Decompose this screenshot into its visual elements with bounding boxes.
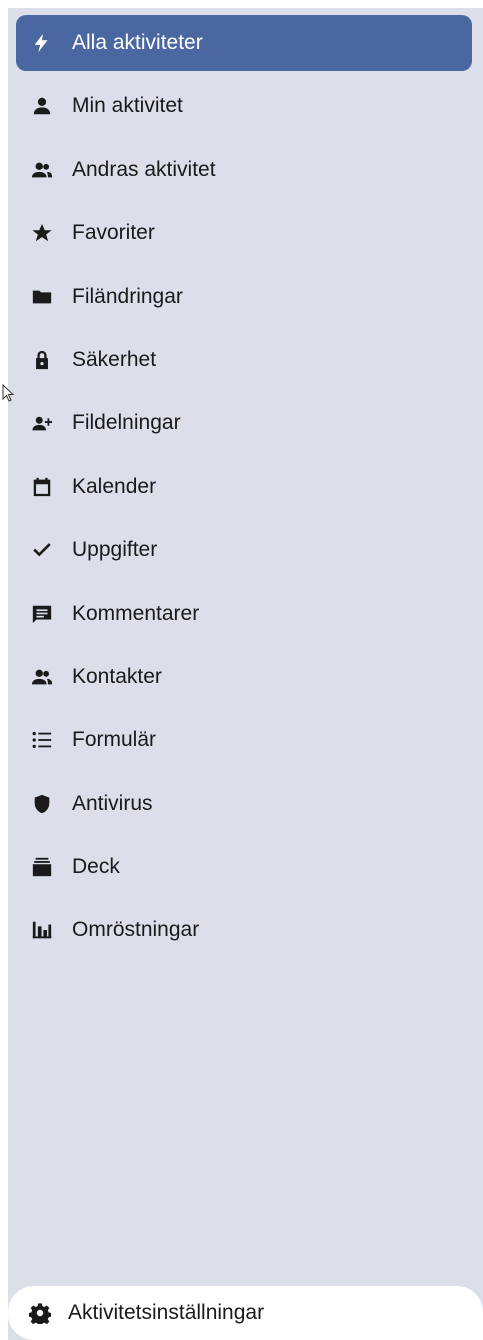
nav-item-kontakter[interactable]: Kontakter [16, 649, 472, 705]
nav-item-min-aktivitet[interactable]: Min aktivitet [16, 78, 472, 134]
activity-sidebar: Alla aktiviteter Min aktivitet Andras ak… [8, 8, 483, 1340]
nav-item-label: Säkerhet [72, 347, 157, 371]
nav-item-label: Formulär [72, 728, 157, 752]
nav-item-label: Kontakter [72, 664, 162, 688]
nav-item-fildelningar[interactable]: Fildelningar [16, 395, 472, 451]
nav-item-label: Kommentarer [72, 601, 200, 625]
shield-icon [30, 792, 54, 816]
deck-icon [30, 855, 54, 879]
nav-item-label: Alla aktiviteter [72, 31, 203, 54]
nav-item-kalender[interactable]: Kalender [16, 459, 472, 515]
folder-icon [30, 285, 54, 309]
nav-item-label: Uppgifter [72, 538, 158, 562]
star-icon [30, 221, 54, 245]
nav-item-label: Filändringar [72, 284, 183, 308]
group-icon [30, 158, 54, 182]
comment-icon [30, 602, 54, 626]
nav-item-label: Min aktivitet [72, 94, 183, 118]
nav-item-label: Kalender [72, 474, 157, 498]
activity-settings-button[interactable]: Aktivitetsinställningar [8, 1286, 483, 1340]
nav-item-favoriter[interactable]: Favoriter [16, 205, 472, 261]
gear-icon [28, 1301, 52, 1325]
nav-item-label: Deck [72, 855, 120, 879]
list-icon [30, 728, 54, 752]
mouse-cursor-icon [2, 384, 15, 402]
nav-item-antivirus[interactable]: Antivirus [16, 776, 472, 832]
nav-item-label: Andras aktivitet [72, 157, 216, 181]
activity-nav-list: Alla aktiviteter Min aktivitet Andras ak… [16, 15, 472, 966]
nav-item-label: Antivirus [72, 791, 153, 815]
nav-item-deck[interactable]: Deck [16, 839, 472, 895]
lock-icon [30, 348, 54, 372]
nav-item-uppgifter[interactable]: Uppgifter [16, 522, 472, 578]
person-icon [30, 94, 54, 118]
calendar-icon [30, 475, 54, 499]
nav-item-omrostningar[interactable]: Omröstningar [16, 902, 472, 958]
lightning-icon [30, 31, 54, 55]
nav-item-kommentarer[interactable]: Kommentarer [16, 586, 472, 642]
nav-item-alla-aktiviteter[interactable]: Alla aktiviteter [16, 15, 472, 71]
nav-item-label: Fildelningar [72, 411, 181, 435]
settings-label: Aktivitetsinställningar [68, 1301, 265, 1324]
contacts-icon [30, 665, 54, 689]
nav-item-label: Omröstningar [72, 918, 200, 942]
nav-item-filandringar[interactable]: Filändringar [16, 269, 472, 325]
nav-item-andras-aktivitet[interactable]: Andras aktivitet [16, 142, 472, 198]
checkmark-icon [30, 538, 54, 562]
poll-icon [30, 918, 54, 942]
person-add-icon [30, 411, 54, 435]
nav-item-sakerhet[interactable]: Säkerhet [16, 332, 472, 388]
nav-item-formular[interactable]: Formulär [16, 712, 472, 768]
nav-item-label: Favoriter [72, 221, 155, 245]
